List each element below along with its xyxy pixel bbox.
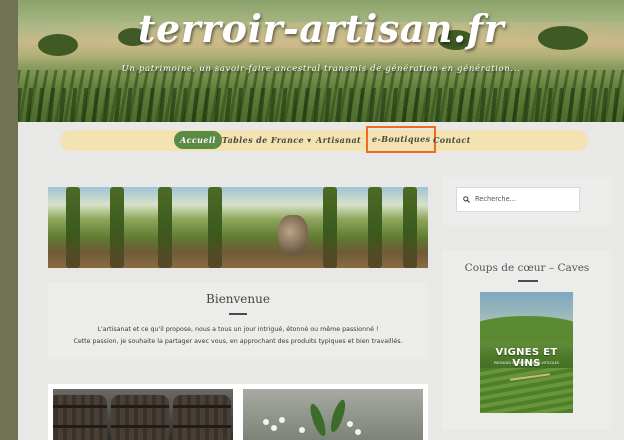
site-container: terroir-artisan.fr Un patrimoine, un sav… bbox=[18, 0, 624, 440]
flower-bell bbox=[271, 425, 277, 431]
nav-item-artisanat[interactable]: Artisanat bbox=[316, 132, 361, 149]
flower-bell bbox=[263, 419, 269, 425]
featured-cards bbox=[48, 384, 428, 440]
search-placeholder: Recherche... bbox=[475, 195, 516, 203]
book-cover-vignes-et-vins[interactable]: VIGNES ET VINS PAYSAGES ET PATRIMOINES V… bbox=[480, 292, 573, 413]
widget-title: Coups de cœur – Caves bbox=[464, 262, 590, 274]
nav-item-accueil[interactable]: Accueil bbox=[174, 131, 222, 149]
book-subtitle: PAYSAGES ET PATRIMOINES VITICOLES bbox=[493, 361, 560, 365]
flower-bell bbox=[347, 421, 353, 427]
barrel bbox=[53, 395, 107, 440]
banner-vines bbox=[18, 88, 624, 122]
flower-bell bbox=[279, 417, 285, 423]
sidebar-picks-widget: Coups de cœur – Caves VIGNES ET VINS PAY… bbox=[442, 250, 612, 430]
barrel-hoop bbox=[173, 405, 231, 408]
main-nav: Accueil Tables de France ▾ Artisanat e-B… bbox=[60, 126, 588, 153]
nav-item-tables-de-france[interactable]: Tables de France ▾ bbox=[222, 132, 312, 149]
search-input[interactable]: Recherche... bbox=[456, 187, 580, 212]
grape-cluster bbox=[278, 215, 308, 257]
barrel bbox=[111, 395, 169, 440]
nav-item-contact[interactable]: Contact bbox=[433, 132, 471, 149]
card-barrels-image[interactable] bbox=[53, 389, 233, 440]
site-tagline: Un patrimoine, un savoir-faire ancestral… bbox=[121, 64, 521, 74]
vine-trunk bbox=[110, 187, 124, 268]
book-title: VIGNES ET VINS bbox=[495, 347, 558, 369]
flower-leaf bbox=[307, 402, 329, 438]
nav-item-label: Tables de France bbox=[222, 135, 304, 145]
header-banner: terroir-artisan.fr Un patrimoine, un sav… bbox=[18, 0, 624, 122]
barrel-hoop bbox=[111, 405, 169, 408]
site-title[interactable]: terroir-artisan.fr bbox=[18, 6, 624, 51]
vine-trunk bbox=[208, 187, 222, 268]
welcome-text: Cette passion, je souhaite la partager a… bbox=[73, 338, 403, 345]
flower-bell bbox=[355, 429, 361, 435]
barrel-hoop bbox=[53, 405, 107, 408]
sidebar-search-widget: Recherche... bbox=[442, 177, 612, 225]
search-icon bbox=[463, 196, 470, 203]
title-underline bbox=[518, 280, 538, 282]
barrel-hoop bbox=[173, 425, 231, 428]
flower-leaf bbox=[327, 398, 349, 434]
nav-item-e-boutiques[interactable]: e-Boutiques bbox=[366, 126, 437, 153]
vine-trunk bbox=[158, 187, 172, 268]
book-vineyard bbox=[480, 368, 573, 413]
barrel-hoop bbox=[111, 425, 169, 428]
welcome-section: Bienvenue L'artisanat et ce qu'il propos… bbox=[48, 282, 428, 359]
card-flowers-image[interactable] bbox=[243, 389, 423, 440]
vine-trunk bbox=[403, 187, 417, 268]
barrel-hoop bbox=[53, 425, 107, 428]
flower-bell bbox=[299, 427, 305, 433]
title-underline bbox=[229, 313, 247, 315]
chevron-down-icon: ▾ bbox=[307, 135, 312, 145]
welcome-text: L'artisanat et ce qu'il propose, nous a … bbox=[97, 326, 379, 333]
book-hills bbox=[480, 316, 573, 342]
welcome-title: Bienvenue bbox=[206, 292, 270, 306]
hero-vineyard-image bbox=[48, 187, 428, 268]
vine-trunk bbox=[66, 187, 80, 268]
vine-trunk bbox=[368, 187, 382, 268]
barrel bbox=[173, 395, 231, 440]
vine-trunk bbox=[323, 187, 337, 268]
